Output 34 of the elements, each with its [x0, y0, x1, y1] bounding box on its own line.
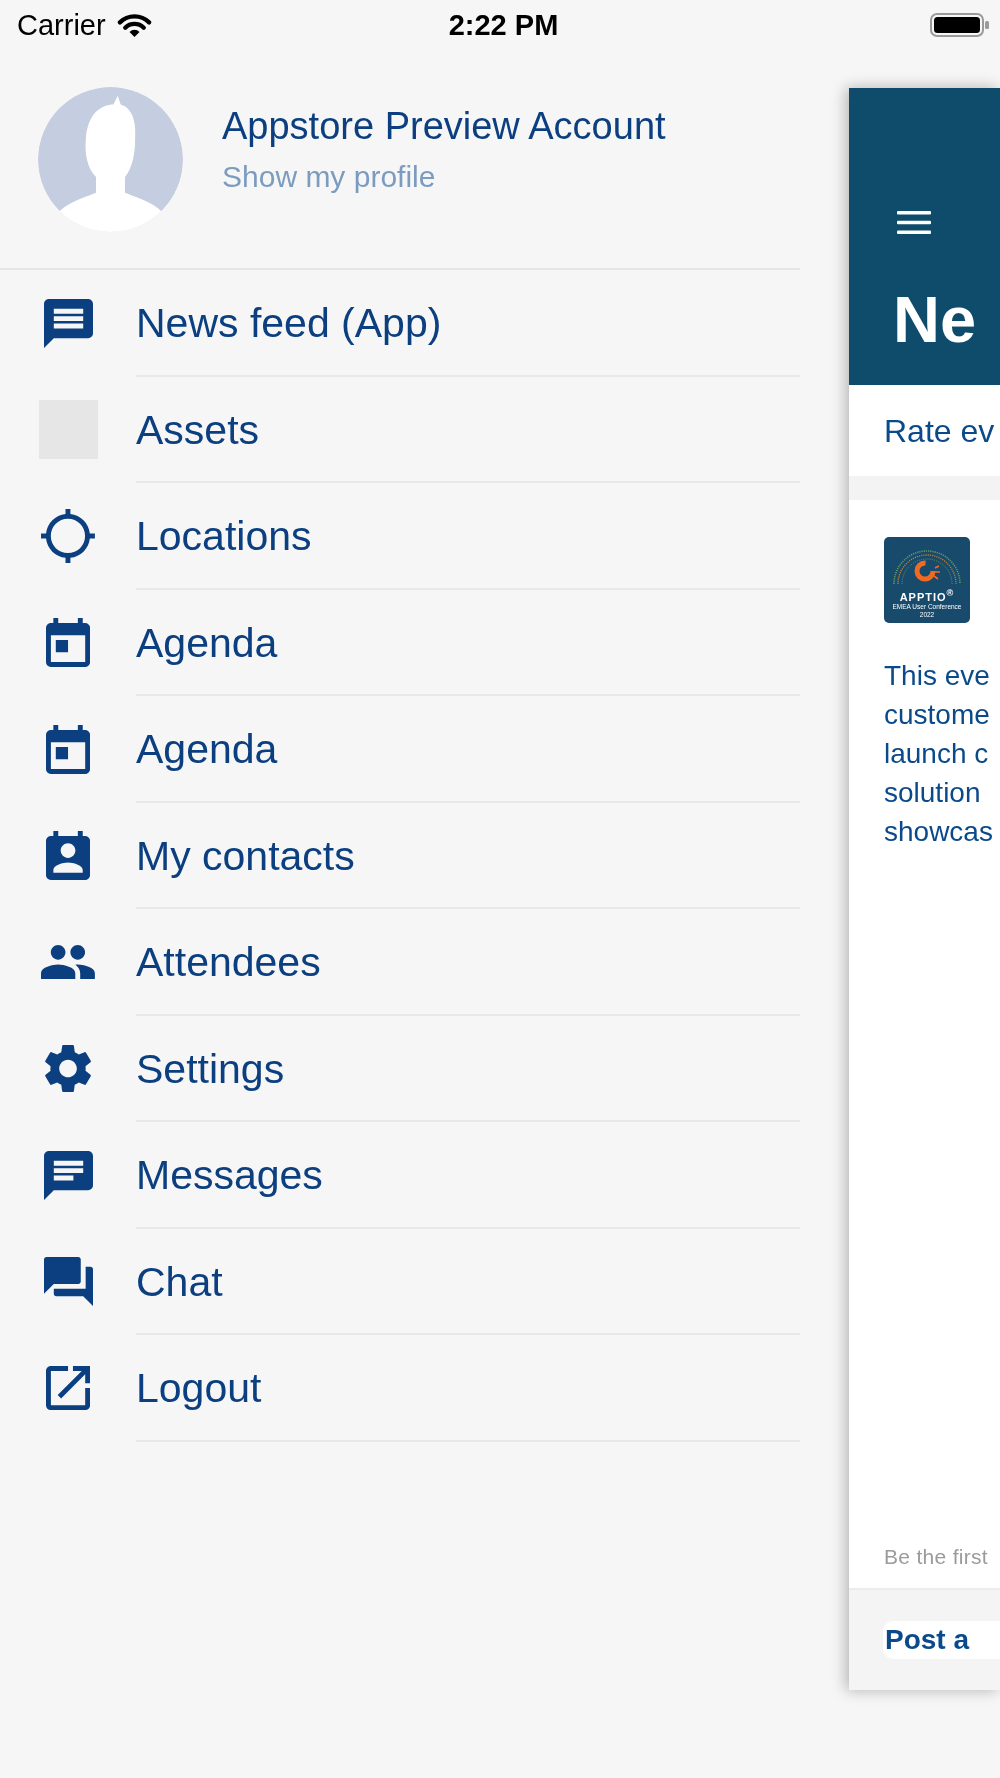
two-speech-bubbles-icon — [43, 1257, 93, 1307]
crosshair-icon — [41, 509, 95, 564]
wifi-icon — [116, 12, 152, 38]
avatar-icon — [38, 87, 183, 232]
calendar-icon — [45, 724, 91, 774]
contact-calendar-icon — [45, 831, 91, 881]
menu-icon[interactable] — [897, 211, 931, 234]
post-text: This eve custome launch c solution showcas — [884, 659, 993, 849]
logo-wordmark: APPTIO$^{®}$ — [899, 587, 955, 603]
screen-title: Ne — [893, 287, 977, 352]
menu-item[interactable]: Attendees — [0, 909, 800, 1016]
menu-item[interactable]: Chat — [0, 1228, 800, 1335]
post-button[interactable]: Post a — [883, 1621, 1000, 1659]
speech-bubble-icon — [43, 1150, 93, 1200]
menu-item[interactable]: Logout — [0, 1335, 800, 1442]
menu-item[interactable]: Agenda — [0, 589, 800, 696]
rate-link[interactable]: Rate ev — [884, 411, 995, 450]
box-arrow-icon — [45, 1366, 91, 1411]
menu-item[interactable]: News feed (App) — [0, 270, 800, 377]
settings-icon — [44, 1044, 91, 1094]
battery-icon — [930, 13, 990, 37]
speech-bubble-icon — [43, 298, 93, 348]
profile-name: Appstore Preview Account — [222, 103, 666, 148]
carrier-label: Carrier — [17, 8, 106, 42]
menu-item[interactable]: Locations — [0, 483, 800, 590]
menu-item[interactable]: Assets — [0, 376, 800, 483]
comment-hint: Be the first — [884, 1544, 988, 1569]
status-time: 2:22 PM — [448, 8, 559, 42]
menu-item[interactable]: My contacts — [0, 802, 800, 909]
menu-item[interactable]: Settings — [0, 1015, 800, 1122]
calendar-icon — [45, 618, 91, 668]
menu-item[interactable]: Messages — [0, 1122, 800, 1229]
people-icon — [41, 945, 95, 980]
menu-item[interactable]: Agenda — [0, 696, 800, 803]
